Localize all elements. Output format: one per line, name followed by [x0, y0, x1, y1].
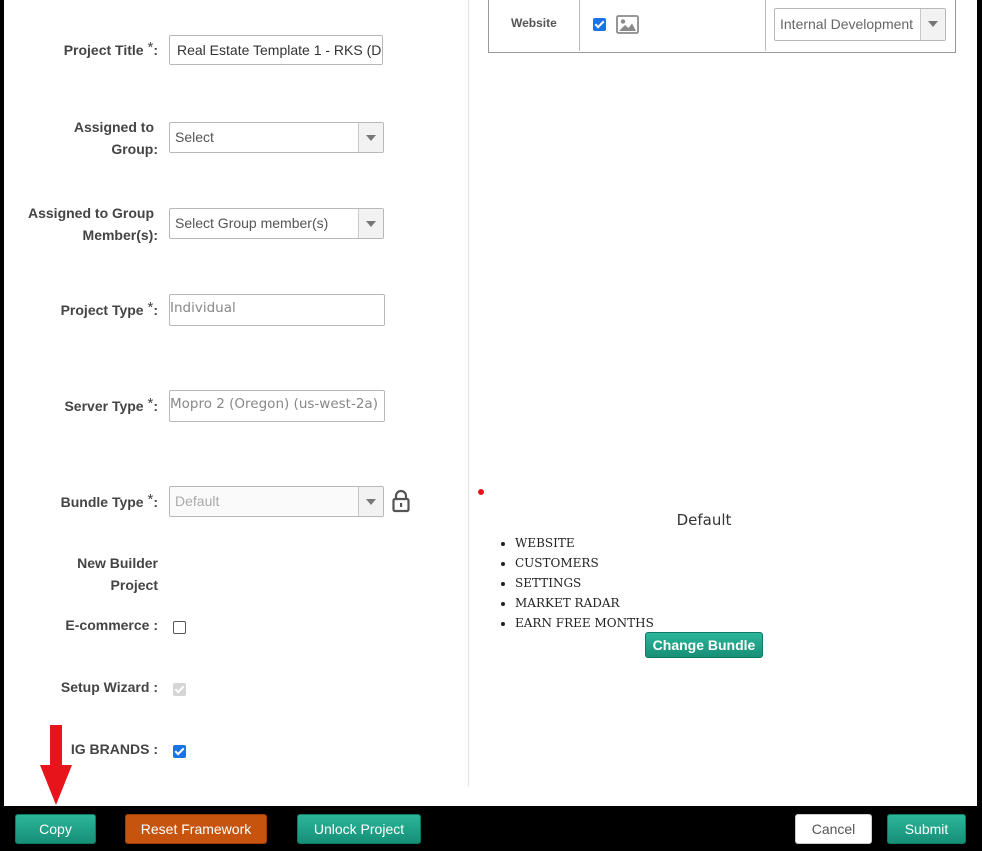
assigned-members-value: Select Group member(s) — [175, 215, 329, 231]
ig-brands-checkbox[interactable] — [173, 745, 186, 758]
assigned-group-label: Assigned to Group: — [73, 119, 158, 157]
column-divider — [468, 0, 469, 786]
unlock-project-button[interactable]: Unlock Project — [297, 814, 421, 844]
image-icon[interactable] — [616, 15, 639, 39]
server-type-field[interactable]: Mopro 2 (Oregon) (us-west-2a) — [169, 390, 385, 422]
assigned-group-value: Select — [175, 129, 214, 145]
list-item: SETTINGS — [515, 573, 654, 593]
bundle-type-value: Default — [175, 493, 220, 509]
list-item: WEBSITE — [515, 533, 654, 553]
website-status-value: Internal Development — [780, 16, 914, 32]
website-label-cell: Website — [489, 0, 580, 51]
list-item: CUSTOMERS — [515, 553, 654, 573]
assigned-members-select[interactable]: Select Group member(s) — [169, 208, 384, 239]
bundle-feature-list: WEBSITE CUSTOMERS SETTINGS MARKET RADAR … — [501, 533, 654, 633]
indicator-dot — [478, 489, 484, 495]
chevron-down-icon[interactable] — [920, 9, 945, 40]
website-status-select[interactable]: Internal Development — [774, 8, 946, 41]
submit-button[interactable]: Submit — [887, 814, 966, 844]
setup-wizard-checkbox — [173, 683, 186, 696]
bundle-type-select[interactable]: Default — [169, 486, 384, 517]
assigned-group-select[interactable]: Select — [169, 122, 384, 153]
form-panel: Project Title *: Real Estate Template 1 … — [4, 0, 977, 806]
chevron-down-icon[interactable] — [358, 123, 383, 152]
copy-button[interactable]: Copy — [15, 814, 96, 844]
assigned-members-label: Assigned to Group Member(s): — [28, 205, 158, 243]
chevron-down-icon — [358, 487, 383, 516]
website-table: Website Internal Development — [488, 0, 956, 53]
new-builder-label: New Builder Project — [77, 555, 158, 593]
project-title-input[interactable]: Real Estate Template 1 - RKS (D — [169, 35, 383, 65]
cancel-button[interactable]: Cancel — [795, 814, 872, 844]
project-type-field[interactable]: Individual — [169, 294, 385, 326]
website-checkbox[interactable] — [593, 18, 606, 31]
list-item: EARN FREE MONTHS — [515, 613, 654, 633]
lock-icon[interactable] — [392, 489, 410, 513]
reset-framework-button[interactable]: Reset Framework — [125, 814, 267, 844]
change-bundle-button[interactable]: Change Bundle — [645, 632, 763, 658]
website-options-cell — [580, 0, 766, 51]
website-label: Website — [511, 16, 557, 30]
red-arrow-annotation — [39, 725, 73, 812]
bundle-name: Default — [676, 511, 732, 529]
list-item: MARKET RADAR — [515, 593, 654, 613]
chevron-down-icon[interactable] — [358, 209, 383, 238]
ecommerce-checkbox[interactable] — [173, 621, 186, 634]
